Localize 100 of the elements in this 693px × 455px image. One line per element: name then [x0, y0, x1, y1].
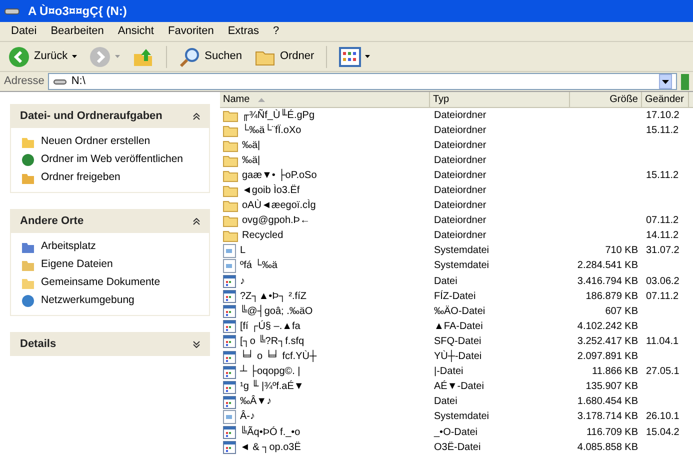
file-size: 135.907 KB [586, 381, 638, 392]
modified-date: 14.11.2 [646, 230, 679, 242]
file-name[interactable]: ╘╛ o ╘╛ fcf.YÙ┼ [240, 352, 317, 362]
task-link[interactable]: Arbeitsplatz [41, 239, 96, 255]
file-name[interactable]: ◄goib Ìo3.Ëf [242, 186, 300, 196]
file-name[interactable]: ‰ä| [242, 156, 260, 166]
window-file-icon [223, 335, 236, 348]
modified-date: 15.04.2 [646, 426, 680, 438]
task-link[interactable]: Ordner freigeben [41, 170, 120, 186]
search-icon [178, 46, 201, 68]
file-type: Datei [434, 276, 458, 287]
dropdown-arrow-icon [662, 80, 669, 84]
file-name[interactable]: ╚Ãq•ÞÓ f._•o [240, 428, 300, 438]
documents-icon [21, 258, 35, 272]
newfolder-icon [21, 135, 35, 149]
file-name[interactable]: ◄ & ┐op.o3Ë [240, 442, 301, 453]
computer-icon [21, 240, 35, 254]
menu-item[interactable]: ? [266, 23, 286, 40]
file-name[interactable]: L [240, 246, 246, 256]
panel-header[interactable]: Datei- und Ordneraufgaben [10, 104, 210, 128]
file-name[interactable]: ¹g ╙ |¾ºf.aÉ▼ [240, 382, 304, 392]
folder-icon [223, 215, 238, 228]
panel-header[interactable]: Details [10, 332, 210, 356]
modified-date: 07.11.2 [646, 215, 679, 226]
file-type: O3Ë-Datei [434, 442, 481, 453]
file-type: YÙ┼-Datei [434, 351, 482, 362]
menu-item[interactable]: Ansicht [110, 23, 161, 40]
file-name[interactable]: ‰Â▼♪ [240, 397, 272, 408]
file-name[interactable]: └‰ä└¨fÏ.oXo [242, 126, 302, 136]
menu-item[interactable]: Favoriten [160, 23, 221, 40]
panel-title: Datei- und Ordneraufgaben [20, 108, 162, 124]
modified-date: 11.04.1 [646, 336, 679, 347]
window-file-icon [223, 396, 236, 409]
column-header[interactable]: Größe [570, 92, 642, 107]
address-label: Adresse [4, 74, 44, 90]
modified-date: 15.11.2 [646, 124, 679, 136]
task-link[interactable]: Netzwerkumgebung [41, 293, 134, 309]
menu-item[interactable]: Datei [4, 23, 44, 40]
file-name[interactable]: gaæ▼• ├oP.oSo [242, 170, 317, 181]
window-file-icon [223, 290, 236, 304]
file-name[interactable]: ♪ [240, 276, 245, 287]
file-size: 186.879 KB [586, 290, 638, 302]
menu-item[interactable]: Extras [220, 23, 266, 40]
file-name[interactable]: ┴ ├oqopg©. | [240, 367, 300, 378]
task-link[interactable]: Gemeinsame Dokumente [41, 275, 160, 291]
file-type: ▲FA-Datei [434, 320, 483, 332]
file-size: 4.085.858 KB [577, 442, 638, 453]
drive-icon [4, 6, 20, 16]
file-name[interactable]: [┐o ╚?R┐f.sfq [240, 336, 304, 347]
file-type: FÍZ-Datei [434, 290, 476, 302]
file-name[interactable]: oAÙ◄æegoï.cÌg [242, 201, 316, 212]
file-name[interactable]: ?Z┐▲•Þ┐ ².fíZ [240, 292, 306, 302]
window-file-icon [223, 366, 236, 379]
file-size: 2.284.541 KB [577, 260, 638, 272]
file-type: Dateiordner [434, 154, 486, 166]
go-button[interactable] [681, 74, 689, 90]
file-name[interactable]: [fí ┌Ú§ –.▲fa [240, 322, 300, 332]
file-type: Dateiordner [434, 185, 486, 196]
task-link[interactable]: Eigene Dateien [41, 257, 113, 273]
file-size: 11.866 KB [592, 366, 638, 378]
panel-header[interactable]: Andere Orte [10, 209, 210, 233]
modified-date: 26.10.1 [646, 411, 680, 422]
file-type: ‰ÄO-Datei [434, 306, 486, 317]
column-header[interactable]: Geänder [642, 92, 689, 107]
modified-date: 27.05.1 [646, 366, 680, 378]
file-name[interactable]: ºfá └‰ä [240, 261, 278, 272]
task-link[interactable]: Ordner im Web veröffentlichen [41, 152, 184, 168]
file-name[interactable]: ╚@┤goâ; .‰äO [240, 306, 313, 317]
file-size: 2.097.891 KB [577, 351, 638, 362]
sort-arrow-icon [258, 98, 265, 102]
views-icon [339, 46, 362, 66]
file-name[interactable]: Â-♪ [240, 412, 255, 422]
panel-title: Andere Orte [20, 214, 84, 229]
dropdown-button[interactable] [659, 74, 672, 89]
file-type: Dateiordner [434, 140, 486, 151]
column-header[interactable]: Name [220, 92, 430, 107]
panel-title: Details [20, 336, 56, 352]
window-file-icon [223, 380, 236, 394]
file-name[interactable]: Recycled [242, 231, 284, 242]
file-type: Systemdatei [434, 411, 490, 422]
folders-button[interactable]: Ordner [250, 44, 318, 70]
window-file-icon [223, 441, 236, 454]
task-link[interactable]: Neuen Ordner erstellen [41, 134, 150, 150]
search-button[interactable]: Suchen [174, 44, 246, 70]
back-button[interactable]: Zurück [4, 44, 81, 70]
file-name[interactable]: ╓¾Ñf_Ù╙É.gPg [242, 110, 315, 121]
window-file-icon [223, 320, 236, 334]
menu-item[interactable]: Bearbeiten [44, 23, 111, 40]
file-size: 607 KB [605, 306, 638, 317]
folder-icon [21, 276, 35, 290]
column-header[interactable]: Typ [430, 92, 570, 107]
dropdown-arrow-icon [365, 55, 370, 58]
file-name[interactable]: ‰ä| [242, 140, 260, 151]
file-size: 1.680.454 KB [577, 396, 638, 408]
address-field[interactable]: N:\ [48, 73, 677, 90]
network-icon [21, 294, 35, 308]
folder-icon [223, 185, 238, 198]
system-file-icon [223, 259, 236, 274]
file-name[interactable]: ovg@gpoh.Þ← [242, 216, 310, 226]
file-size: 3.252.417 KB [577, 336, 638, 347]
